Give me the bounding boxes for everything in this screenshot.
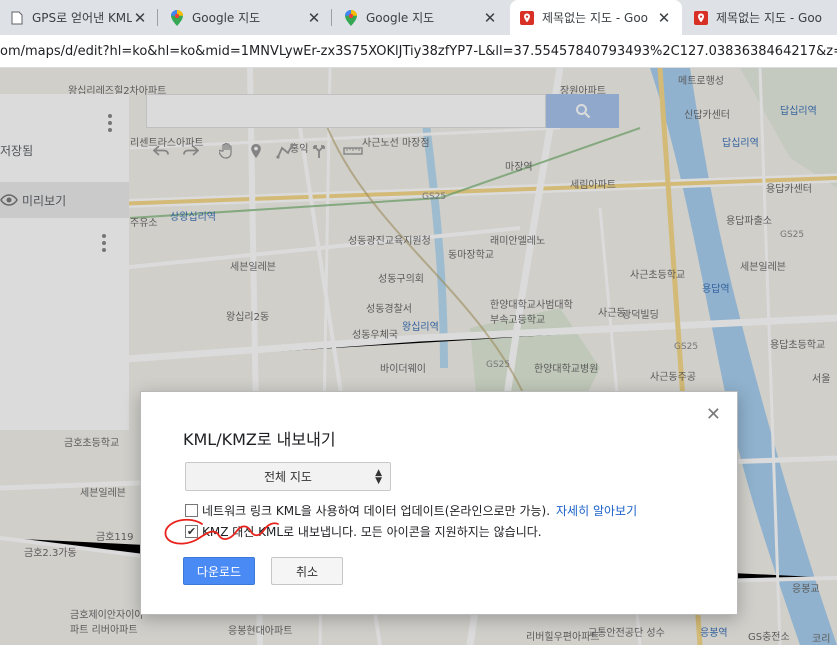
dialog-title: KML/KMZ로 내보내기 (183, 430, 336, 449)
browser-tab-3[interactable]: Google 지도 ✕ (334, 0, 508, 35)
layer-select[interactable]: 전체 지도 ▲ ▼ (185, 462, 391, 491)
select-arrows-icon: ▲ ▼ (375, 468, 382, 486)
browser-tab-5[interactable]: 제목없는 지도 - Goo (684, 0, 837, 35)
kml-instead-of-kmz-checkbox[interactable]: ✔ (185, 525, 198, 538)
browser-tab-2[interactable]: Google 지도 ✕ (160, 0, 332, 35)
browser-tab-2-title: Google 지도 (192, 11, 261, 25)
network-link-option: 네트워크 링크 KML을 사용하여 데이터 업데이트(온라인으로만 가능). 자… (185, 502, 637, 519)
my-maps-icon (520, 10, 534, 26)
url-text[interactable]: om/maps/d/edit?hl=ko&hl=ko&mid=1MNVLywEr… (0, 44, 837, 59)
close-tab-icon[interactable]: ✕ (482, 9, 498, 27)
close-tab-icon[interactable]: ✕ (132, 9, 148, 27)
google-maps-icon (344, 9, 358, 26)
download-button[interactable]: 다운로드 (183, 557, 255, 585)
close-tab-icon[interactable]: ✕ (656, 9, 672, 27)
browser-tab-3-title: Google 지도 (366, 11, 435, 25)
browser-tab-4-title: 제목없는 지도 - Goo (542, 11, 648, 25)
my-maps-icon (694, 10, 708, 26)
close-tab-icon[interactable]: ✕ (306, 9, 322, 27)
learn-more-link[interactable]: 자세히 알아보기 (556, 502, 637, 519)
layer-select-value: 전체 지도 (264, 470, 312, 484)
network-link-label: 네트워크 링크 KML을 사용하여 데이터 업데이트(온라인으로만 가능). (202, 504, 551, 518)
tab-separator (331, 9, 332, 26)
network-link-checkbox[interactable] (185, 504, 198, 517)
browser-tab-4[interactable]: 제목없는 지도 - Goo ✕ (510, 0, 682, 35)
tab-separator (157, 9, 158, 26)
browser-tab-5-title: 제목없는 지도 - Goo (716, 11, 822, 25)
export-kml-dialog: KML/KMZ로 내보내기 ✕ 전체 지도 ▲ ▼ 네트워크 링크 KML을 사용… (140, 391, 738, 615)
generic-page-icon (10, 10, 24, 26)
browser-tab-1-title: GPS로 얻어낸 KML 파 (32, 11, 132, 25)
cancel-button[interactable]: 취소 (271, 557, 343, 585)
close-icon[interactable]: ✕ (706, 404, 721, 425)
kml-instead-of-kmz-option: ✔ KMZ 대신 KML로 내보냅니다. 모든 아이콘을 지원하지는 않습니다. (185, 523, 542, 540)
browser-tab-1[interactable]: GPS로 얻어낸 KML 파 ✕ (0, 0, 158, 35)
google-maps-icon (170, 9, 184, 26)
kml-instead-of-kmz-label: KMZ 대신 KML로 내보냅니다. 모든 아이콘을 지원하지는 않습니다. (202, 525, 542, 539)
address-bar[interactable]: om/maps/d/edit?hl=ko&hl=ko&mid=1MNVLywEr… (0, 35, 837, 68)
browser-tab-strip: GPS로 얻어낸 KML 파 ✕ Google 지도 ✕ Google 지도 ✕… (0, 0, 837, 35)
